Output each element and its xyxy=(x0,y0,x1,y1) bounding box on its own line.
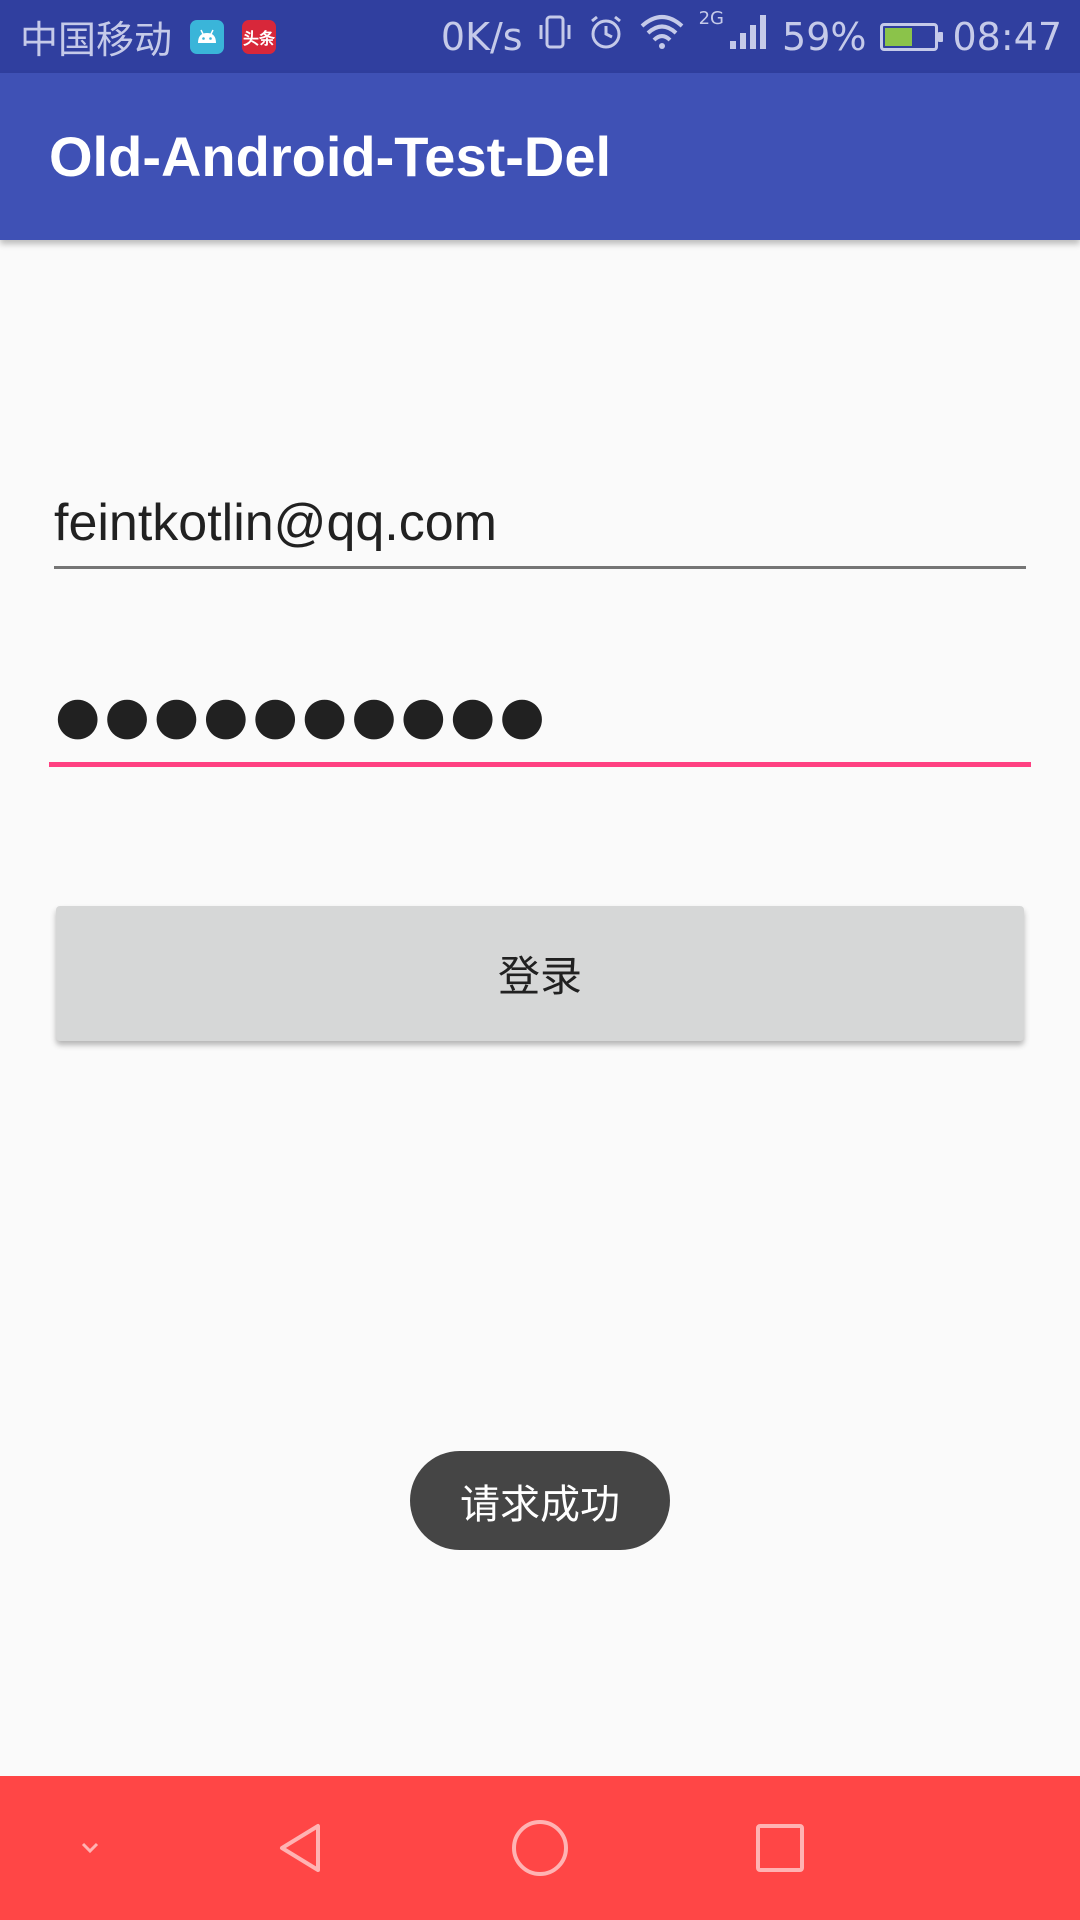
chevron-down-icon[interactable] xyxy=(60,1776,120,1920)
navigation-bar xyxy=(0,1776,1080,1920)
network-speed: 0K/s xyxy=(440,14,523,59)
login-button[interactable]: 登录 xyxy=(56,906,1024,1041)
status-bar-right: 0K/s 2G 59% 08:47 xyxy=(441,0,1062,73)
password-field[interactable] xyxy=(49,670,1037,767)
carrier-name: 中国移动 xyxy=(20,18,173,62)
status-bar-left: 中国移动 头条 xyxy=(20,0,277,73)
android-icon xyxy=(190,19,225,54)
alarm-icon xyxy=(587,13,625,60)
app-bar: Old-Android-Test-Del xyxy=(0,73,1080,240)
toast-message: 请求成功 xyxy=(410,1451,670,1550)
recents-icon[interactable] xyxy=(730,1776,830,1920)
battery-level-fill xyxy=(885,27,913,46)
battery-percent: 59% xyxy=(782,14,867,59)
email-field[interactable] xyxy=(54,480,1026,569)
status-bar: 中国移动 头条 0K/s 2G 59% 08:47 xyxy=(0,0,1080,73)
login-screen: 中国移动 头条 0K/s 2G 59% 08:47 Old-Android-Te… xyxy=(0,0,1080,1920)
password-input[interactable] xyxy=(49,670,1037,762)
clock: 08:47 xyxy=(952,14,1062,59)
network-type: 2G xyxy=(698,8,725,29)
wifi-icon xyxy=(639,14,685,59)
back-icon[interactable] xyxy=(250,1776,350,1920)
toutiao-icon: 头条 xyxy=(242,19,277,54)
home-icon[interactable] xyxy=(490,1776,590,1920)
app-title: Old-Android-Test-Del xyxy=(49,125,612,188)
battery-icon xyxy=(880,22,944,51)
signal-icon xyxy=(728,13,768,60)
email-input[interactable] xyxy=(54,480,1026,566)
vibrate-icon xyxy=(537,13,573,60)
